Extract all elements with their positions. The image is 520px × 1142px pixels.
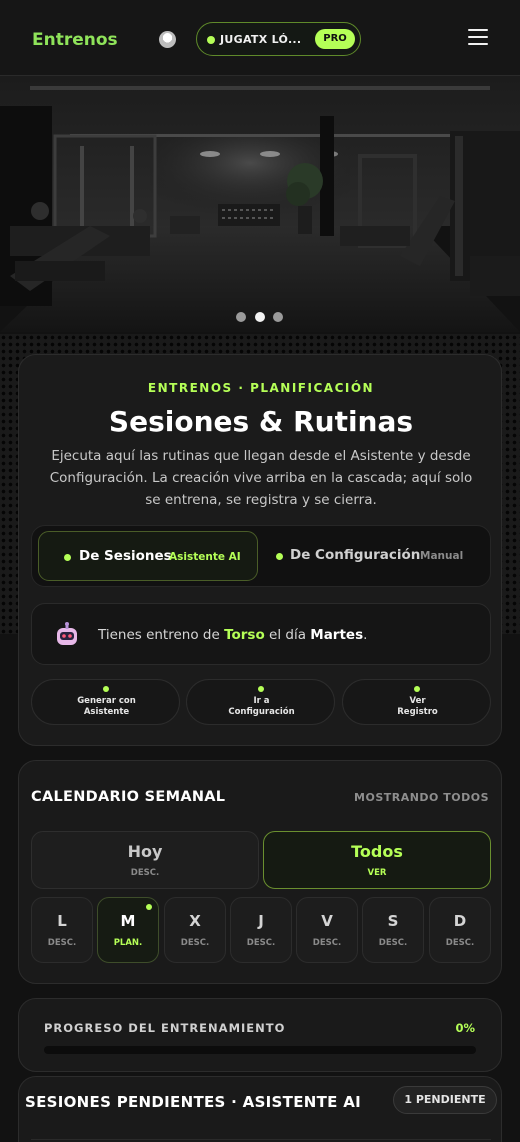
day-status: DESC. bbox=[47, 938, 77, 948]
progress-percent: 0% bbox=[455, 1021, 475, 1035]
range-today-button[interactable]: Hoy DESC. bbox=[31, 831, 259, 889]
tab-de-configuracion[interactable]: De Configuración Manual bbox=[270, 531, 486, 581]
range-label: Hoy bbox=[127, 842, 163, 861]
notice-text: Tienes entreno de Torso el día Martes. bbox=[98, 627, 368, 643]
carousel-indicators bbox=[236, 312, 286, 324]
day-sunday[interactable]: D DESC. bbox=[429, 897, 491, 963]
hero-carousel[interactable] bbox=[0, 76, 520, 332]
range-status: VER bbox=[367, 868, 387, 878]
range-all-button[interactable]: Todos VER bbox=[263, 831, 491, 889]
day-status: DESC. bbox=[180, 938, 210, 948]
day-friday[interactable]: V DESC. bbox=[296, 897, 358, 963]
source-tabs: De Sesiones Asistente AI De Configuració… bbox=[31, 525, 491, 587]
tab-sublabel: Manual bbox=[420, 550, 464, 562]
pending-sessions: SESIONES PENDIENTES · ASISTENTE AI 1 PEN… bbox=[18, 1076, 502, 1142]
button-label: Ver Registro bbox=[397, 696, 438, 717]
progress-label: PROGRESO DEL ENTRENAMIENTO bbox=[44, 1021, 286, 1035]
day-tuesday[interactable]: M PLAN. bbox=[97, 897, 159, 963]
username-label: JUGATX LÓ... bbox=[220, 33, 302, 46]
tab-label: De Configuración bbox=[290, 547, 421, 563]
range-status: DESC. bbox=[130, 868, 160, 878]
carousel-dot-3[interactable] bbox=[273, 312, 283, 322]
range-label: Todos bbox=[351, 842, 403, 861]
app-brand[interactable]: Entrenos bbox=[32, 30, 118, 50]
tab-label: De Sesiones bbox=[79, 548, 172, 564]
page-title: Sesiones & Rutinas bbox=[108, 405, 414, 438]
tab-sublabel: Asistente AI bbox=[169, 551, 241, 563]
carousel-dot-1[interactable] bbox=[236, 312, 246, 322]
pending-count-badge: 1 PENDIENTE bbox=[393, 1086, 497, 1114]
day-status: DESC. bbox=[378, 938, 408, 948]
day-letter: S bbox=[387, 912, 399, 930]
carousel-dot-2[interactable] bbox=[255, 312, 265, 322]
sessions-overview-card: ENTRENOS · PLANIFICACIÓN Sesiones & Ruti… bbox=[18, 354, 502, 746]
day-letter: D bbox=[453, 912, 467, 930]
training-progress: PROGRESO DEL ENTRENAMIENTO 0% bbox=[18, 998, 502, 1072]
planned-indicator-icon bbox=[146, 904, 152, 910]
page-description: Ejecuta aquí las rutinas que llegan desd… bbox=[49, 448, 473, 508]
day-letter: V bbox=[321, 912, 333, 930]
dot-icon bbox=[414, 686, 420, 692]
day-saturday[interactable]: S DESC. bbox=[362, 897, 424, 963]
calendar-title: CALENDARIO SEMANAL bbox=[31, 789, 226, 805]
gym-photo-image bbox=[0, 76, 520, 332]
day-status: DESC. bbox=[445, 938, 475, 948]
workout-day: Martes bbox=[310, 627, 364, 643]
section-eyebrow: ENTRENOS · PLANIFICACIÓN bbox=[147, 381, 375, 395]
dot-icon bbox=[103, 686, 109, 692]
generate-with-assistant-button[interactable]: Generar con Asistente bbox=[31, 679, 180, 725]
day-letter: M bbox=[120, 912, 136, 930]
day-status: DESC. bbox=[246, 938, 276, 948]
day-wednesday[interactable]: X DESC. bbox=[164, 897, 226, 963]
user-chip[interactable]: JUGATX LÓ... PRO bbox=[196, 22, 361, 56]
progress-bar bbox=[44, 1046, 476, 1054]
online-status-icon bbox=[207, 36, 215, 44]
weekly-calendar: CALENDARIO SEMANAL MOSTRANDO TODOS Hoy D… bbox=[18, 760, 502, 984]
calendar-filter-status: MOSTRANDO TODOS bbox=[354, 791, 489, 804]
view-log-button[interactable]: Ver Registro bbox=[342, 679, 491, 725]
quick-actions: Generar con Asistente Ir a Configuración… bbox=[31, 679, 491, 725]
day-selector: L DESC. M PLAN. X DESC. J DESC. V DESC. … bbox=[31, 897, 491, 963]
day-monday[interactable]: L DESC. bbox=[31, 897, 93, 963]
next-workout-notice: Tienes entreno de Torso el día Martes. bbox=[31, 603, 491, 665]
plan-badge: PRO bbox=[315, 29, 355, 49]
day-letter: J bbox=[258, 912, 264, 930]
day-letter: X bbox=[189, 912, 201, 930]
button-label: Generar con Asistente bbox=[77, 696, 136, 717]
pending-title: SESIONES PENDIENTES · ASISTENTE AI bbox=[25, 1093, 361, 1111]
tab-de-sesiones[interactable]: De Sesiones Asistente AI bbox=[38, 531, 258, 581]
bullet-icon bbox=[276, 553, 283, 560]
day-letter: L bbox=[57, 912, 67, 930]
user-avatar-icon[interactable] bbox=[159, 31, 176, 48]
robot-icon bbox=[57, 622, 77, 645]
go-to-configuration-button[interactable]: Ir a Configuración bbox=[186, 679, 335, 725]
button-label: Ir a Configuración bbox=[228, 696, 295, 717]
hamburger-menu-icon[interactable] bbox=[468, 29, 488, 47]
active-bullet-icon bbox=[64, 554, 71, 561]
day-status: PLAN. bbox=[113, 938, 143, 948]
top-bar: Entrenos JUGATX LÓ... PRO bbox=[0, 0, 520, 76]
workout-focus: Torso bbox=[224, 627, 265, 643]
dot-icon bbox=[258, 686, 264, 692]
day-thursday[interactable]: J DESC. bbox=[230, 897, 292, 963]
day-status: DESC. bbox=[312, 938, 342, 948]
